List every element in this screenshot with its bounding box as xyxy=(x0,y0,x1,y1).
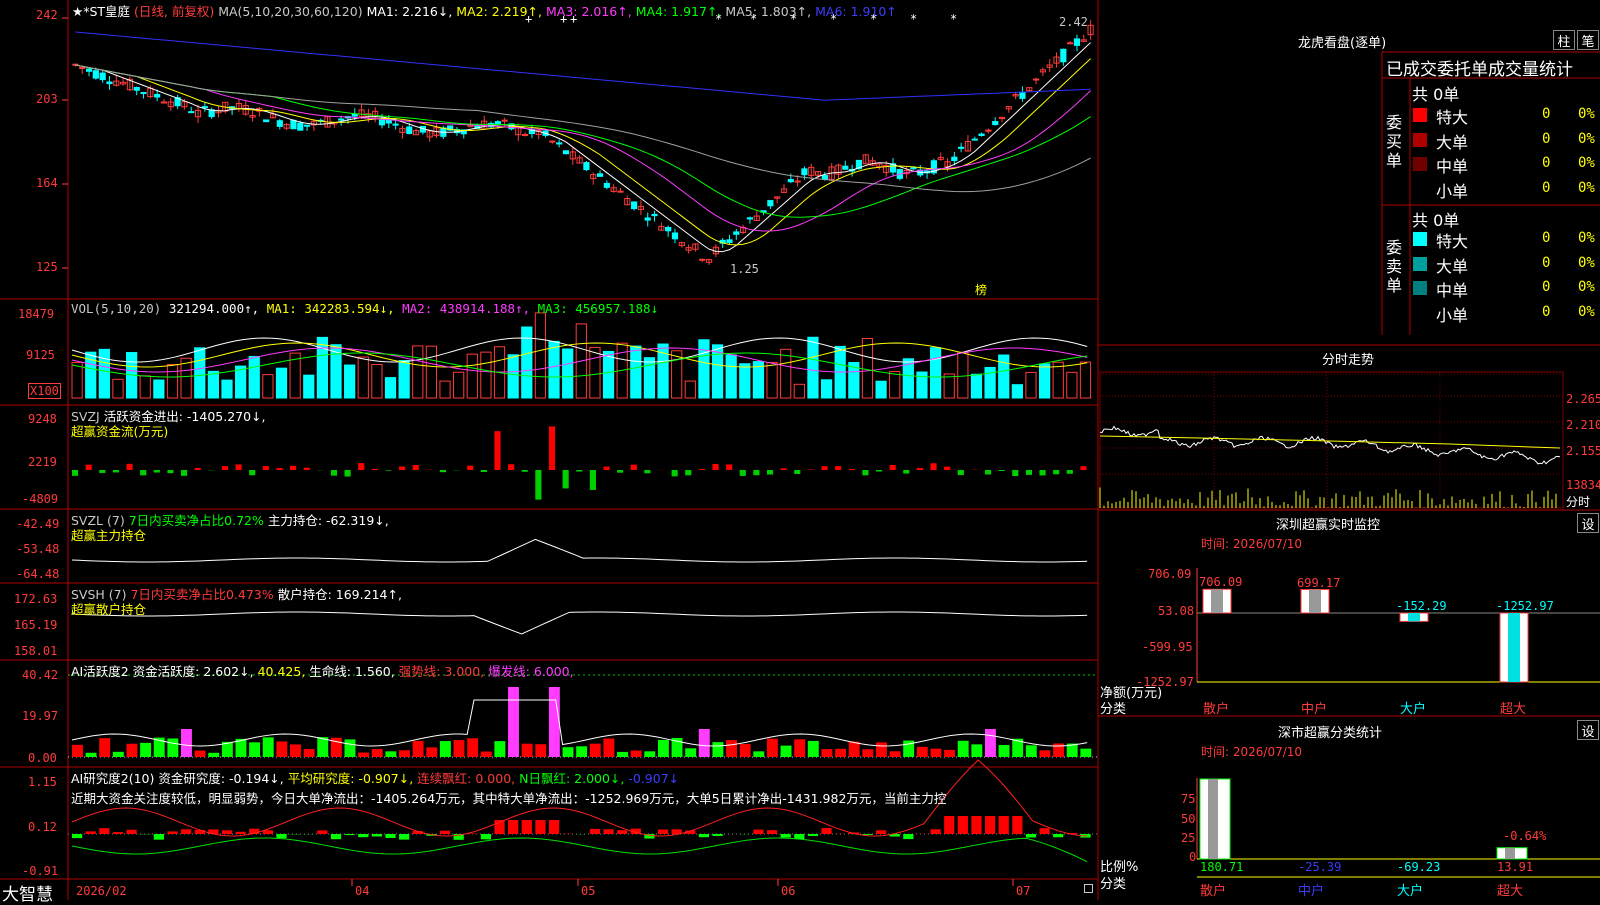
ratio-chart xyxy=(0,0,1600,900)
ratio-value-label: 180.71 xyxy=(1200,860,1243,874)
ratio-category-label: 中户 xyxy=(1298,880,1324,899)
ratio-category-label: 超大 xyxy=(1497,880,1523,899)
ratio-category-label: 大户 xyxy=(1397,880,1423,899)
ratio-value-label: -69.23 xyxy=(1397,860,1440,874)
ratio-value-label: 13.91 xyxy=(1497,860,1533,874)
ratio-value-label: -25.39 xyxy=(1298,860,1341,874)
ratio-category-label: 散户 xyxy=(1200,880,1226,899)
